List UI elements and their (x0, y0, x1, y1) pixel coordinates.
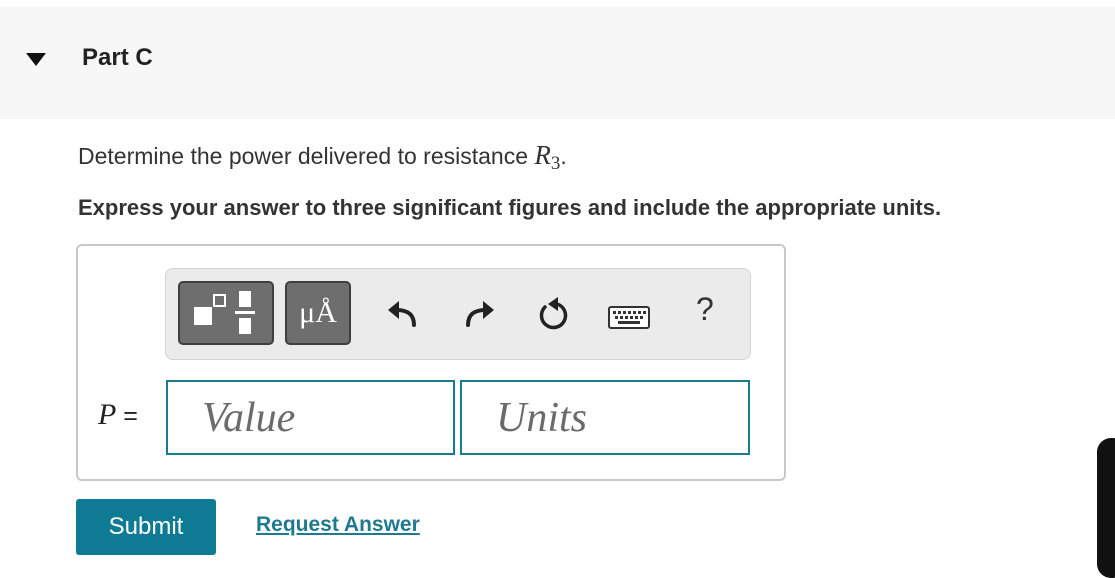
help-button[interactable]: ? (696, 291, 714, 328)
redo-icon[interactable] (462, 299, 496, 329)
answer-equals: = (116, 402, 138, 430)
submit-button[interactable]: Submit (76, 499, 216, 555)
answer-variable: P (98, 398, 117, 431)
undo-icon[interactable] (386, 299, 420, 329)
side-panel-tab[interactable] (1097, 438, 1115, 578)
part-header: Part C (0, 6, 1115, 119)
value-input[interactable] (166, 380, 455, 455)
units-input[interactable] (460, 380, 750, 455)
question-text-before: Determine the power delivered to resista… (78, 143, 535, 169)
triangle-down-icon[interactable] (24, 50, 48, 68)
request-answer-link[interactable]: Request Answer (256, 513, 420, 537)
reset-icon[interactable] (536, 296, 570, 332)
answer-variable-label: P = (98, 398, 138, 432)
question-text: Determine the power delivered to resista… (78, 140, 567, 174)
templates-icon (194, 291, 255, 334)
units-button-label: μÅ (299, 296, 337, 329)
templates-button[interactable] (178, 281, 274, 345)
part-title: Part C (82, 44, 153, 71)
question-subscript: 3 (550, 153, 561, 174)
answer-box: μÅ ? P = (76, 244, 786, 481)
math-toolbar: μÅ ? (165, 268, 751, 360)
units-button[interactable]: μÅ (285, 281, 351, 345)
question-text-after: . (560, 143, 567, 169)
keyboard-icon[interactable] (608, 306, 650, 330)
instructions: Express your answer to three significant… (78, 195, 942, 220)
question-variable: R (534, 140, 551, 170)
